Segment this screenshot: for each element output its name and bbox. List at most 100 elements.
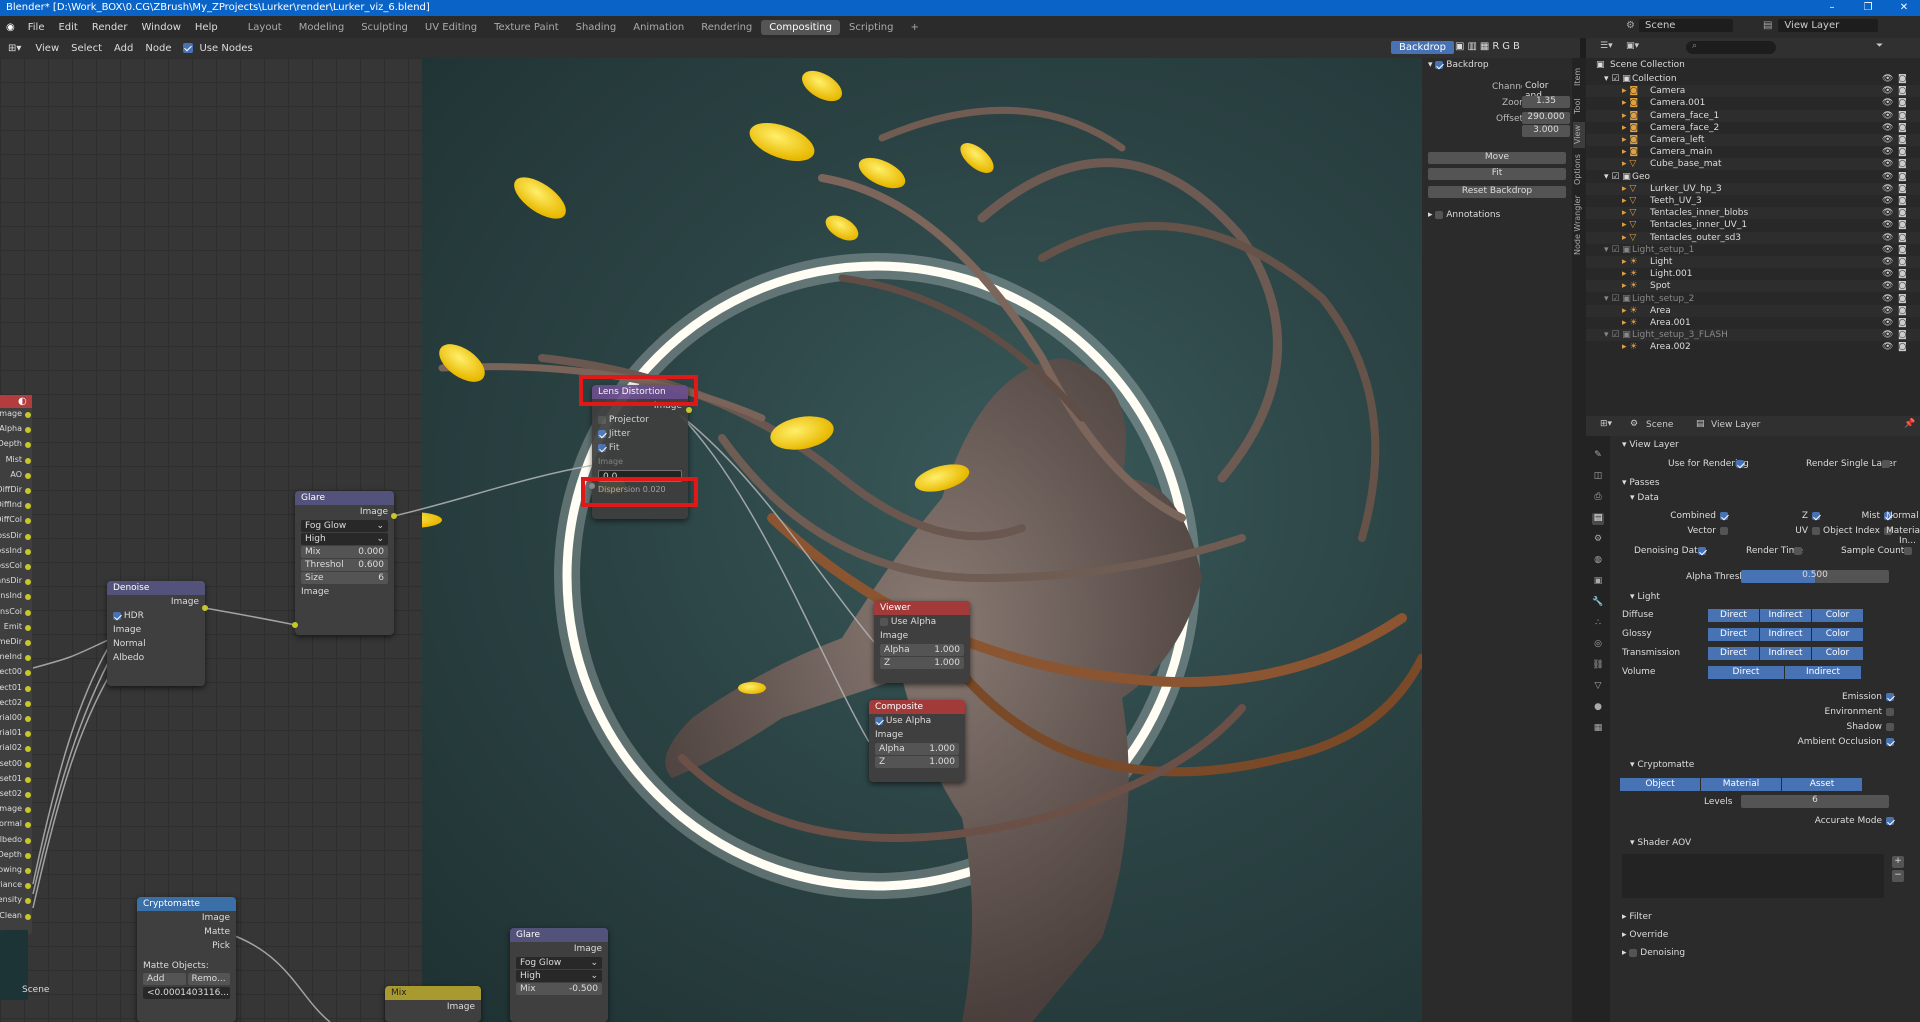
render-camera-icon[interactable]: ◙ [1898, 171, 1907, 183]
composite-z-field[interactable]: Z 1.000 [875, 756, 959, 768]
pin-icon[interactable]: 📌 [1904, 419, 1915, 429]
light-pass-indirect-button[interactable]: Indirect [1760, 628, 1811, 641]
outliner-item[interactable]: ▸ ◙ Camera_left 👁 ◙ [1586, 134, 1920, 146]
tab-shading[interactable]: Shading [568, 20, 625, 35]
render-camera-icon[interactable]: ◙ [1898, 85, 1907, 97]
cryptomatte-asset-button[interactable]: Asset [1782, 778, 1862, 791]
viewer-use-alpha-checkbox[interactable] [880, 617, 888, 626]
render-single-layer-checkbox[interactable] [1882, 460, 1890, 468]
visibility-eye-icon[interactable]: 👁 [1882, 244, 1893, 256]
accurate-mode-checkbox[interactable] [1886, 817, 1894, 825]
data-subpanel-header[interactable]: ▾ Data [1630, 493, 1659, 503]
light-pass-direct-button[interactable]: Direct [1708, 666, 1784, 679]
denoising-checkbox[interactable] [1629, 948, 1638, 957]
editor-type-icon[interactable]: ⊞▾ [0, 43, 29, 54]
visibility-eye-icon[interactable]: 👁 [1882, 341, 1893, 353]
levels-field[interactable]: 6 [1741, 795, 1889, 808]
menu-edit[interactable]: Edit [51, 22, 84, 33]
tab-animation[interactable]: Animation [625, 20, 692, 35]
outliner-item[interactable]: ▾ ☑ ▣ Collection 👁 ◙ [1586, 73, 1920, 85]
tab-uv-editing[interactable]: UV Editing [417, 20, 485, 35]
render-camera-icon[interactable]: ◙ [1898, 293, 1907, 305]
visibility-eye-icon[interactable]: 👁 [1882, 171, 1893, 183]
view-layer-panel-header[interactable]: ▾ View Layer [1622, 440, 1679, 450]
properties-tab-modifier-icon[interactable]: 🔧 [1592, 597, 1604, 609]
cryptomatte-subpanel-header[interactable]: ▾ Cryptomatte [1630, 760, 1694, 770]
visibility-eye-icon[interactable]: 👁 [1882, 256, 1893, 268]
visibility-eye-icon[interactable]: 👁 [1882, 219, 1893, 231]
cryptomatte-object-button[interactable]: Object [1620, 778, 1700, 791]
properties-tab-view-layer-icon[interactable]: ▤ [1592, 513, 1604, 525]
glare-size-field[interactable]: Size 6 [301, 572, 388, 584]
display-mode-icon[interactable]: ▣▾ [1626, 41, 1639, 51]
menu-file[interactable]: File [21, 22, 52, 33]
outliner-item[interactable]: ▸ ▽ Tentacles_inner_UV_1 👁 ◙ [1586, 219, 1920, 231]
backdrop-button[interactable]: Backdrop [1391, 41, 1454, 54]
outliner-item[interactable]: ▸ ▽ Tentacles_inner_blobs 👁 ◙ [1586, 207, 1920, 220]
outliner-item[interactable]: ▸ ◙ Camera_main 👁 ◙ [1586, 146, 1920, 158]
channel-buttons-icon[interactable]: ▣▥▦RGB [1455, 41, 1523, 52]
menu-node[interactable]: Node [139, 43, 177, 54]
glare-2-quality-select[interactable]: High ⌄ [516, 970, 602, 982]
properties-type-icon[interactable]: ⊞▾ [1600, 419, 1612, 429]
render-camera-icon[interactable]: ◙ [1898, 207, 1907, 219]
glare-header[interactable]: Glare [295, 491, 394, 505]
tab-view[interactable]: View [1573, 122, 1585, 148]
fit-checkbox[interactable] [598, 443, 606, 452]
glare-quality-select[interactable]: High ⌄ [301, 533, 388, 545]
outliner-type-icon[interactable]: ☰▾ [1600, 41, 1613, 51]
visibility-eye-icon[interactable]: 👁 [1882, 158, 1893, 170]
outliner-item[interactable]: ▸ ◙ Camera 👁 ◙ [1586, 85, 1920, 98]
render-camera-icon[interactable]: ◙ [1898, 256, 1907, 268]
projector-checkbox[interactable] [598, 415, 606, 424]
passes-panel-header[interactable]: ▾ Passes [1622, 478, 1660, 488]
cryptomatte-material-button[interactable]: Material [1701, 778, 1781, 791]
outliner-item[interactable]: ▸ ☀ Light 👁 ◙ [1586, 256, 1920, 268]
offset-x-field[interactable]: 290.000 [1522, 112, 1570, 124]
cryptomatte-node[interactable]: Cryptomatte Image Matte Pick Matte Objec… [137, 897, 236, 1022]
tab-modeling[interactable]: Modeling [291, 20, 353, 35]
offset-y-field[interactable]: 3.000 [1522, 125, 1570, 137]
visibility-eye-icon[interactable]: 👁 [1882, 183, 1893, 195]
render-camera-icon[interactable]: ◙ [1898, 329, 1907, 341]
filter-panel-header[interactable]: ▸ Filter [1622, 912, 1652, 922]
jitter-option[interactable]: Jitter [592, 427, 688, 441]
light-pass-direct-button[interactable]: Direct [1708, 628, 1759, 641]
visibility-eye-icon[interactable]: 👁 [1882, 73, 1893, 85]
tab-node-wrangler[interactable]: Node Wrangler [1573, 192, 1585, 258]
render-camera-icon[interactable]: ◙ [1898, 244, 1907, 256]
scene-selector[interactable]: Scene [1638, 19, 1733, 32]
properties-tab-object-icon[interactable]: ▣ [1592, 576, 1604, 588]
properties-tab-world-icon[interactable]: ◍ [1592, 555, 1604, 567]
visibility-eye-icon[interactable]: 👁 [1882, 146, 1893, 158]
filter-icon[interactable]: ⏷ [1876, 41, 1883, 51]
tab-texture-paint[interactable]: Texture Paint [486, 20, 567, 35]
light-pass-indirect-button[interactable]: Indirect [1760, 647, 1811, 660]
menu-window[interactable]: Window [134, 22, 187, 33]
render-camera-icon[interactable]: ◙ [1898, 134, 1907, 146]
visibility-eye-icon[interactable]: 👁 [1882, 232, 1893, 244]
render-camera-icon[interactable]: ◙ [1898, 97, 1907, 109]
outliner-item[interactable]: ▾ ☑ ▣ Geo 👁 ◙ [1586, 171, 1920, 183]
render-camera-icon[interactable]: ◙ [1898, 195, 1907, 207]
outliner-item[interactable]: ▸ ◙ Camera.001 👁 ◙ [1586, 97, 1920, 109]
blender-logo-icon[interactable]: ◉ [0, 22, 21, 33]
denoising-panel-header[interactable]: ▸ Denoising [1622, 948, 1685, 958]
visibility-eye-icon[interactable]: 👁 [1882, 122, 1893, 134]
minimize-icon[interactable]: – [1814, 0, 1850, 16]
ao-checkbox[interactable] [1886, 738, 1894, 746]
render-camera-icon[interactable]: ◙ [1898, 219, 1907, 231]
glare-2-header[interactable]: Glare [510, 928, 608, 942]
composite-alpha-field[interactable]: Alpha 1.000 [875, 743, 959, 755]
crypto-matte-id-field[interactable]: <0.0001403116... [143, 987, 230, 999]
tab-tool[interactable]: Tool [1573, 94, 1585, 118]
properties-tab-particles-icon[interactable]: ∴ [1592, 618, 1604, 630]
use-for-rendering-checkbox[interactable] [1736, 460, 1744, 468]
visibility-eye-icon[interactable]: 👁 [1882, 305, 1893, 317]
render-time-checkbox[interactable] [1794, 547, 1802, 555]
projector-option[interactable]: Projector [592, 413, 688, 427]
outliner-item[interactable]: ▸ ▽ Tentacles_outer_sd3 👁 ◙ [1586, 231, 1920, 244]
properties-tab-scene-icon[interactable]: ⚙ [1592, 534, 1604, 546]
light-pass-color-button[interactable]: Color [1812, 647, 1863, 660]
denoise-output-socket[interactable] [202, 605, 208, 611]
